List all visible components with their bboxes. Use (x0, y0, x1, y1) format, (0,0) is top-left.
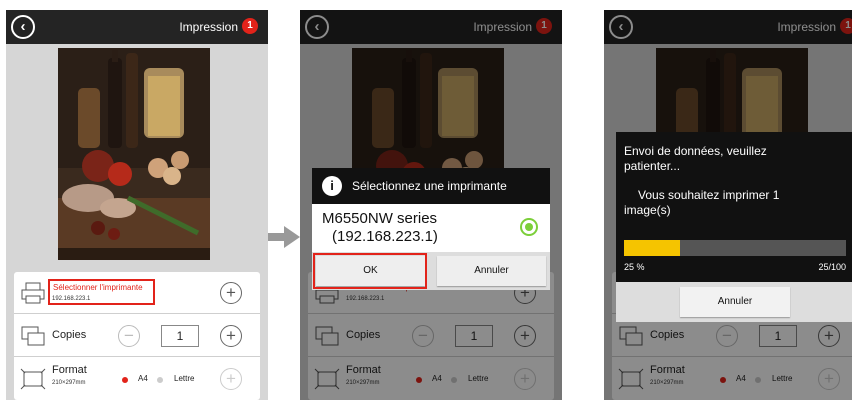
copies-row: Copies − 1 + (14, 315, 260, 357)
format-label: Format (52, 364, 87, 376)
printer-icon (21, 282, 45, 304)
add-printer-button[interactable]: + (220, 282, 242, 304)
progress-track (624, 240, 846, 256)
printer-name: M6550NW series (322, 210, 438, 227)
printer-ip-label: 192.168.223.1 (52, 296, 91, 302)
back-icon[interactable]: ‹ (11, 15, 35, 39)
select-printer-dialog: i Sélectionnez une imprimante M6550NW se… (312, 168, 550, 290)
page-title: Impression (179, 20, 238, 34)
format-size-label: 210×297mm (52, 380, 86, 386)
format-icon (20, 368, 46, 390)
a4-label: A4 (138, 374, 148, 383)
sending-message: Envoi de données, veuillez patienter... (624, 144, 767, 173)
sending-dialog: Envoi de données, veuillez patienter... … (616, 132, 852, 322)
copies-count[interactable]: 1 (161, 325, 199, 347)
arrow-right-icon (268, 226, 300, 248)
progress-fill (624, 240, 680, 256)
letter-radio[interactable] (157, 377, 163, 383)
dialog-buttons: Annuler (616, 282, 852, 322)
cancel-button[interactable]: Annuler (680, 287, 790, 317)
printer-option[interactable]: M6550NW series (192.168.223.1) (312, 204, 550, 250)
a4-radio[interactable] (122, 377, 128, 383)
screen-select-printer: ‹ Impression 1 Sélectionner l'imprimante… (300, 10, 562, 400)
printer-row[interactable]: Sélectionner l'imprimante 192.168.223.1 … (14, 272, 260, 314)
decrease-copies-button[interactable]: − (118, 325, 140, 347)
format-more-button[interactable]: + (220, 368, 242, 390)
info-icon: i (322, 176, 342, 196)
screen-print-settings: ‹ Impression 1 Sélectionner l'imprimante… (6, 10, 268, 400)
printer-radio[interactable] (520, 218, 538, 236)
ok-highlight-box (313, 253, 427, 289)
letter-label: Lettre (174, 374, 195, 383)
copies-label: Copies (52, 329, 87, 341)
progress-count: 25/100 (818, 262, 846, 272)
dialog-buttons: OK Annuler (312, 252, 550, 290)
progress-percent: 25 % (624, 262, 645, 272)
dialog-header: i Sélectionnez une imprimante (312, 168, 550, 204)
photo-preview (58, 48, 210, 260)
dialog-title: Sélectionnez une imprimante (352, 179, 507, 193)
select-printer-label: Sélectionner l'imprimante (53, 283, 143, 292)
cancel-button[interactable]: Annuler (437, 256, 546, 286)
print-options-panel: Sélectionner l'imprimante 192.168.223.1 … (14, 272, 260, 400)
format-row: Format 210×297mm A4 Lettre + (14, 358, 260, 400)
top-bar: ‹ Impression 1 (6, 10, 268, 44)
printer-address: (192.168.223.1) (332, 228, 438, 245)
copies-icon (21, 326, 45, 346)
increase-copies-button[interactable]: + (220, 325, 242, 347)
screen-sending: ‹ Impression 1 Copies − 1 + Format 210×2… (604, 10, 852, 400)
count-badge: 1 (242, 18, 258, 34)
print-count-message: Vous souhaitez imprimer 1 image(s) (624, 188, 780, 217)
